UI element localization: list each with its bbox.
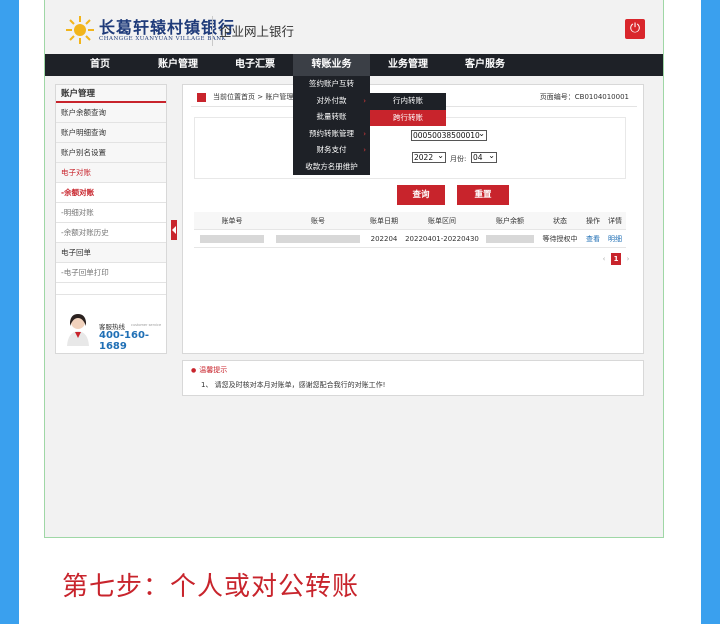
- cell-status: 等待授权中: [542, 235, 578, 243]
- col-account: 账号: [311, 217, 325, 225]
- col-bill-number: 账单号: [221, 217, 243, 225]
- hotline-number: 400-160-1689: [99, 330, 150, 352]
- detail-link[interactable]: 明细: [604, 230, 626, 248]
- main-nav: 首页 账户管理 电子汇票 转账业务 业务管理 客户服务: [45, 54, 663, 76]
- sidebar-item-balance-reconciliation[interactable]: -余额对账: [56, 183, 166, 203]
- page-code: 页面编号：CB0104010001: [539, 93, 629, 101]
- menu-item-signed-account-transfer[interactable]: 签约账户互转: [293, 76, 370, 93]
- menu-item-batch-transfer[interactable]: 批量转账: [293, 109, 370, 126]
- col-bill-date: 账单日期: [370, 217, 398, 225]
- sidebar-item-e-receipt[interactable]: 电子回单: [56, 243, 166, 263]
- nav-home[interactable]: 首页: [61, 54, 139, 76]
- table-header-row: 账单号 账号 账单日期 账单区间 账户余额 状态 操作 详情: [194, 212, 626, 230]
- bank-logo-icon: [66, 16, 94, 44]
- next-page-button[interactable]: ›: [623, 253, 633, 265]
- submenu-item-interbank-transfer[interactable]: 跨行转账: [370, 109, 446, 126]
- header-divider: [212, 16, 213, 46]
- breadcrumb-icon: [197, 93, 206, 102]
- sidebar-item-e-reconciliation[interactable]: 电子对账: [56, 163, 166, 183]
- submenu-item-intrabank-transfer[interactable]: 行内转账: [370, 93, 446, 110]
- menu-item-financial-payment-label: 财务支付: [316, 145, 347, 154]
- cell-bill-date: 202204: [370, 235, 398, 243]
- sidebar-item-balance-query[interactable]: 账户余额查询: [56, 103, 166, 123]
- nav-business-management[interactable]: 业务管理: [370, 54, 446, 76]
- submenu-arrow-icon: ›: [363, 96, 366, 105]
- cell-bill-number-masked: [194, 230, 270, 248]
- query-form: [194, 117, 626, 179]
- col-bill-period: 账单区间: [428, 217, 456, 225]
- query-button[interactable]: 查询: [397, 185, 445, 205]
- bank-name-en: CHANGGE XUANYUAN VILLAGE BANK: [99, 36, 227, 42]
- left-blue-edge: [0, 0, 19, 624]
- reset-button[interactable]: 重置: [457, 185, 509, 205]
- col-status: 状态: [553, 217, 567, 225]
- breadcrumb: 当前位置首页 > 账户管理: [213, 93, 294, 101]
- submenu-arrow-icon: ›: [363, 146, 366, 154]
- reconciliation-table: 账单号 账号 账单日期 账单区间 账户余额 状态 操作 详情 202204 20…: [194, 212, 626, 248]
- sidebar-item-receipt-print[interactable]: -电子回单打印: [56, 263, 166, 283]
- view-link[interactable]: 查看: [582, 230, 604, 248]
- menu-item-scheduled-transfer[interactable]: 预约转账管理 ›: [293, 126, 370, 143]
- sidebar-item-alias-setting[interactable]: 账户别名设置: [56, 143, 166, 163]
- menu-item-scheduled-transfer-label: 预约转账管理: [309, 128, 354, 138]
- cell-balance-masked: [482, 230, 538, 248]
- cell-account-masked: [270, 230, 366, 248]
- portal-title: 企业网上银行: [219, 24, 295, 39]
- screenshot-frame: 长葛轩辕村镇银行 CHANGGE XUANYUAN VILLAGE BANK 企…: [44, 0, 664, 538]
- nav-transfer[interactable]: 转账业务: [293, 54, 370, 76]
- tips-text: 1、 请您及时核对本月对账单，感谢您配合我行的对账工作!: [201, 381, 386, 389]
- submenu-arrow-icon: ›: [363, 129, 366, 138]
- sidebar-item-detail-reconciliation[interactable]: -明细对账: [56, 203, 166, 223]
- month-select[interactable]: 04: [471, 151, 497, 163]
- col-balance: 账户余额: [496, 217, 524, 225]
- sidebar-spacer: [56, 283, 166, 295]
- sidebar-title: 账户管理: [56, 85, 166, 103]
- page-1-button[interactable]: 1: [611, 253, 621, 265]
- right-blue-edge: [701, 0, 720, 624]
- external-payment-submenu: 行内转账 跨行转账: [370, 93, 446, 126]
- bank-name: 长葛轩辕村镇银行: [99, 18, 236, 37]
- col-detail: 详情: [608, 217, 622, 225]
- menu-item-financial-payment[interactable]: 财务支付 ›: [293, 142, 370, 159]
- tips-box: 温馨提示 1、 请您及时核对本月对账单，感谢您配合我行的对账工作!: [182, 360, 644, 396]
- month-label: 月份:: [450, 155, 467, 163]
- menu-item-external-payment-label: 对外付款: [316, 95, 347, 105]
- nav-electronic-bill[interactable]: 电子汇票: [217, 54, 293, 76]
- masked-value: [200, 235, 264, 243]
- transfer-dropdown-menu: 签约账户互转 对外付款 › 批量转账 预约转账管理 › 财务支付 › 收款方名册维护: [293, 76, 370, 175]
- masked-value: [276, 235, 360, 243]
- account-select[interactable]: 00050038500010: [411, 129, 487, 141]
- logout-power-icon[interactable]: ⏻: [625, 19, 645, 39]
- hotline-label-en: customer service: [131, 323, 162, 327]
- menu-item-external-payment[interactable]: 对外付款 ›: [293, 93, 370, 110]
- masked-value: [486, 235, 534, 243]
- col-action: 操作: [586, 217, 600, 225]
- table-row: 202204 20220401-20220430 等待授权中 查看 明细: [194, 230, 626, 248]
- tips-title: 温馨提示: [191, 365, 227, 375]
- prev-page-button[interactable]: ‹: [599, 253, 609, 265]
- customer-hotline: 客服热线 customer service 400-160-1689: [65, 312, 175, 352]
- sidebar-item-reconciliation-history[interactable]: -余额对账历史: [56, 223, 166, 243]
- sidebar-collapse-icon[interactable]: [171, 220, 177, 240]
- year-select[interactable]: 2022: [412, 151, 446, 163]
- nav-account-management[interactable]: 账户管理: [139, 54, 217, 76]
- menu-item-payee-list[interactable]: 收款方名册维护: [293, 159, 370, 176]
- nav-customer-service[interactable]: 客户服务: [446, 54, 524, 76]
- bank-header: 长葛轩辕村镇银行 CHANGGE XUANYUAN VILLAGE BANK 企…: [45, 8, 663, 54]
- step-caption: 第七步：个人或对公转账: [62, 572, 360, 602]
- sidebar-item-detail-query[interactable]: 账户明细查询: [56, 123, 166, 143]
- cell-bill-period: 20220401-20220430: [405, 235, 479, 243]
- service-agent-icon: [67, 314, 89, 346]
